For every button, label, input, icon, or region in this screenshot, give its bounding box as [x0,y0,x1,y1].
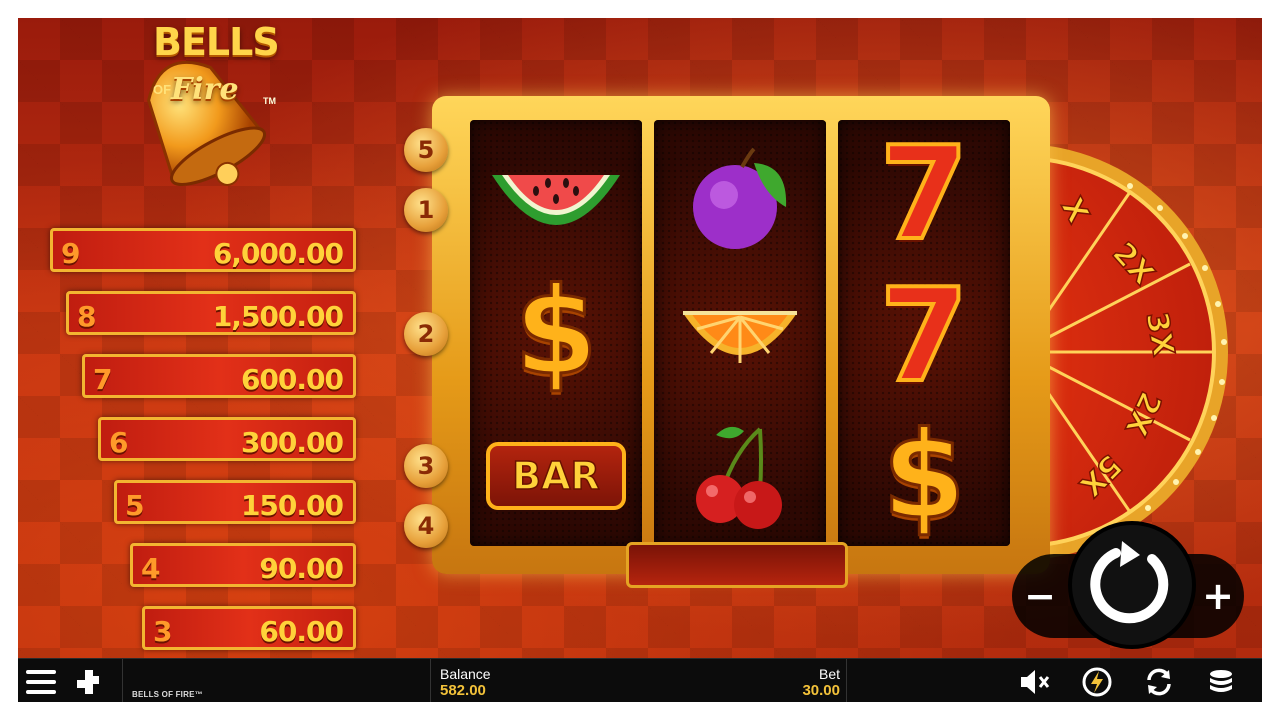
game-logo: BELLS OF Fire TM [113,18,288,208]
plum-icon [693,147,787,249]
seven-glyph: 7 [877,260,970,413]
reel-2 [654,120,826,546]
balance-value: 582.00 [440,682,486,699]
logo-trademark: TM [263,96,276,106]
logo-of: OF [153,82,172,97]
sound-button[interactable] [1018,665,1052,699]
paytable-value: 90.00 [259,552,344,585]
payline-badge[interactable]: 3 [404,444,448,488]
bar-divider [122,659,123,702]
cherry-symbol [654,406,826,546]
bet-label: Bet [818,666,840,682]
logo-subtitle: Fire [171,72,239,107]
orange-icon [683,311,797,363]
mute-icon [1021,670,1050,694]
dollar-symbol: $ [838,405,1010,547]
seven-symbol: 7 [838,118,1010,271]
bar-plate: BAR [486,442,626,510]
paytable-count: 6 [109,426,129,459]
orange-symbol [654,262,826,402]
payline-badge[interactable]: 4 [404,504,448,548]
paytable-count: 5 [125,489,145,522]
paytable-row: 8 1,500.00 [66,291,356,335]
bar-divider [846,659,847,702]
balance-label: Balance [440,666,491,682]
paytable-row: 4 90.00 [130,543,356,587]
paytable-count: 8 [77,300,97,333]
spin-button[interactable] [1068,521,1196,649]
payline-badge[interactable]: 2 [404,312,448,356]
payline-badge[interactable]: 5 [404,128,448,172]
reel-3: 7 7 $ [838,118,1010,547]
paytable-value: 1,500.00 [212,300,344,333]
paytable-row: 3 60.00 [142,606,356,650]
bar-text: BAR [511,453,600,499]
menu-icon [26,670,56,694]
increase-bet-button[interactable]: + [1196,566,1240,626]
cherry-icon [696,426,782,529]
coins-icon [1210,670,1232,692]
reel-1: $ BAR [470,120,642,546]
reel-frame: $ BAR 7 7 $ [432,96,1050,574]
puzzle-icon [77,670,99,694]
decrease-bet-button[interactable]: − [1018,566,1062,626]
plum-symbol [654,130,826,270]
bet-value: 30.00 [802,682,840,699]
menu-button[interactable] [24,665,58,699]
paytable-value: 600.00 [240,363,344,396]
paytable-value: 150.00 [240,489,344,522]
logo-title: BELLS [153,20,280,64]
paytable-count: 4 [141,552,161,585]
autoplay-icon [1147,668,1171,696]
paytable-value: 60.00 [259,615,344,648]
dollar-glyph: $ [881,405,967,547]
payline-badge[interactable]: 1 [404,188,448,232]
game-stage: BELLS OF Fire TM 9 6,000.00 8 1,500.00 7… [18,18,1262,702]
seven-glyph: 7 [877,118,970,271]
paytable-value: 300.00 [240,426,344,459]
paytable-row: 9 6,000.00 [50,228,356,272]
watermelon-symbol [470,130,642,270]
turbo-button[interactable] [1080,665,1114,699]
spin-icon [1090,541,1169,624]
win-display [626,542,848,588]
paytable-value: 6,000.00 [212,237,344,270]
paytable-row: 6 300.00 [98,417,356,461]
bet-settings-button[interactable] [1204,665,1238,699]
bar-symbol: BAR [470,406,642,546]
paytable-row: 5 150.00 [114,480,356,524]
multiplier-wheel: X 2X 3X 2X 5X [1020,146,1230,558]
bar-divider [430,659,431,702]
dollar-symbol: $ [470,261,642,403]
turbo-icon [1082,667,1112,697]
paytable-count: 3 [153,615,173,648]
watermelon-icon [492,175,620,225]
paytable-count: 7 [93,363,113,396]
seven-symbol: 7 [838,260,1010,413]
autoplay-button[interactable] [1142,665,1176,699]
dollar-glyph: $ [513,261,599,403]
paytable-row: 7 600.00 [82,354,356,398]
bottom-bar: BELLS OF FIRE™ Balance 582.00 Bet 30.00 [18,658,1262,702]
paytable-count: 9 [61,237,81,270]
provider-button[interactable] [72,665,106,699]
wheel-graphic: X 2X 3X 2X 5X [1020,146,1228,558]
game-name-label: BELLS OF FIRE™ [132,690,203,699]
